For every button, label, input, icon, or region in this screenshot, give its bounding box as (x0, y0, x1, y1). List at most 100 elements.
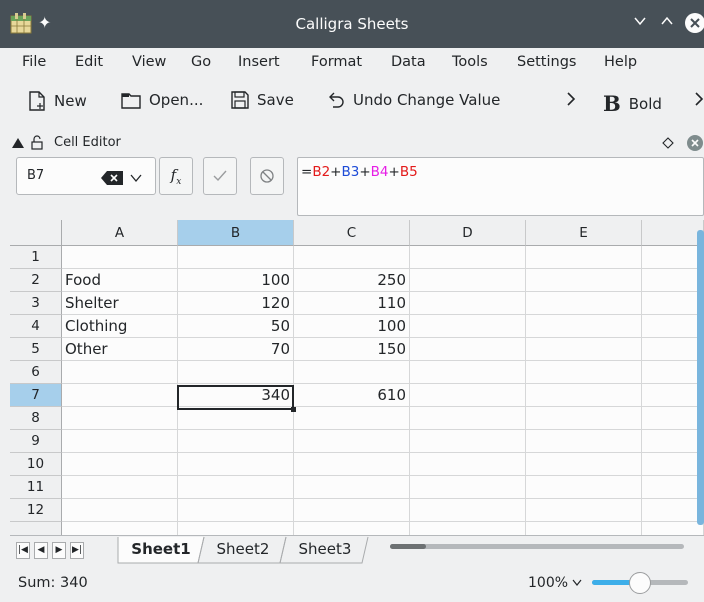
menu-format[interactable]: Format (311, 54, 362, 70)
row-header-3[interactable]: 3 (10, 292, 62, 315)
cell-c4[interactable]: 100 (294, 315, 410, 338)
cell-d13[interactable] (410, 522, 526, 535)
sheet-tab-sheet1[interactable]: Sheet1 (122, 537, 200, 562)
cell-a10[interactable] (62, 453, 178, 476)
cell-d3[interactable] (410, 292, 526, 315)
save-button[interactable]: Save (231, 91, 294, 109)
chevron-down-icon[interactable] (130, 173, 142, 183)
cell-a4[interactable]: Clothing (62, 315, 178, 338)
menu-go[interactable]: Go (191, 54, 211, 70)
next-sheet-button[interactable]: ▶ (52, 542, 66, 559)
cancel-formula-button[interactable] (250, 157, 284, 195)
last-sheet-button[interactable]: ▶| (70, 542, 84, 559)
formula-input[interactable]: =B2+B3+B4+B5 (297, 157, 704, 216)
cell-a7[interactable] (62, 384, 178, 407)
cell-e8[interactable] (526, 407, 642, 430)
horizontal-scroll-track[interactable] (390, 544, 684, 549)
zoom-slider[interactable] (592, 572, 688, 594)
cell-b4[interactable]: 50 (178, 315, 294, 338)
cell-a9[interactable] (62, 430, 178, 453)
spreadsheet-grid[interactable]: A B C D E 1 2 3 4 5 6 7 8 9 10 11 12 Foo… (10, 220, 704, 535)
cell-f7[interactable] (642, 384, 704, 407)
cell-e9[interactable] (526, 430, 642, 453)
cell-d12[interactable] (410, 499, 526, 522)
cell-f8[interactable] (642, 407, 704, 430)
cell-d11[interactable] (410, 476, 526, 499)
cell-c12[interactable] (294, 499, 410, 522)
cell-b5[interactable]: 70 (178, 338, 294, 361)
menu-data[interactable]: Data (391, 54, 426, 70)
cell-e10[interactable] (526, 453, 642, 476)
cell-b10[interactable] (178, 453, 294, 476)
menu-edit[interactable]: Edit (75, 54, 103, 70)
cell-d6[interactable] (410, 361, 526, 384)
cell-d10[interactable] (410, 453, 526, 476)
row-header-4[interactable]: 4 (10, 315, 62, 338)
undo-button[interactable]: Undo Change Value (327, 91, 500, 109)
cell-a8[interactable] (62, 407, 178, 430)
cell-e5[interactable] (526, 338, 642, 361)
open-button[interactable]: Open... (121, 91, 203, 109)
cell-a2[interactable]: Food (62, 269, 178, 292)
corner-select-all[interactable] (10, 220, 62, 246)
cell-f13[interactable] (642, 522, 704, 535)
row-header-7[interactable]: 7 (10, 384, 62, 407)
cell-c7[interactable]: 610 (294, 384, 410, 407)
row-header-12[interactable]: 12 (10, 499, 62, 522)
cell-c9[interactable] (294, 430, 410, 453)
cell-b9[interactable] (178, 430, 294, 453)
cell-e3[interactable] (526, 292, 642, 315)
cell-f4[interactable] (642, 315, 704, 338)
cell-c8[interactable] (294, 407, 410, 430)
column-header-b[interactable]: B (178, 220, 294, 246)
zoom-slider-handle[interactable] (629, 572, 651, 594)
menu-tools[interactable]: Tools (452, 54, 488, 70)
cell-b6[interactable] (178, 361, 294, 384)
clear-backspace-icon[interactable] (101, 171, 123, 185)
minimize-button[interactable] (633, 12, 647, 33)
cell-d2[interactable] (410, 269, 526, 292)
horizontal-scroll-thumb[interactable] (390, 544, 426, 549)
function-button[interactable]: fx (159, 157, 193, 195)
cell-a1[interactable] (62, 246, 178, 269)
column-header-d[interactable]: D (410, 220, 526, 246)
sheet-tab-sheet3[interactable]: Sheet3 (284, 537, 366, 562)
cell-b13[interactable] (178, 522, 294, 535)
row-header-13[interactable] (10, 522, 62, 535)
cell-f11[interactable] (642, 476, 704, 499)
cell-d7[interactable] (410, 384, 526, 407)
toolbar-more-left-button[interactable] (565, 91, 577, 107)
cell-a13[interactable] (62, 522, 178, 535)
cell-f6[interactable] (642, 361, 704, 384)
collapse-triangle-icon[interactable] (12, 138, 24, 148)
cell-e7[interactable] (526, 384, 642, 407)
menu-settings[interactable]: Settings (517, 54, 576, 70)
lock-icon[interactable] (31, 135, 43, 150)
cell-b12[interactable] (178, 499, 294, 522)
cell-c1[interactable] (294, 246, 410, 269)
cell-f12[interactable] (642, 499, 704, 522)
cell-c2[interactable]: 250 (294, 269, 410, 292)
maximize-button[interactable] (660, 12, 674, 33)
cell-f5[interactable] (642, 338, 704, 361)
cell-b11[interactable] (178, 476, 294, 499)
row-header-2[interactable]: 2 (10, 269, 62, 292)
cell-b1[interactable] (178, 246, 294, 269)
cell-c6[interactable] (294, 361, 410, 384)
cell-c5[interactable]: 150 (294, 338, 410, 361)
cell-c3[interactable]: 110 (294, 292, 410, 315)
column-header-f[interactable] (642, 220, 704, 246)
cell-e13[interactable] (526, 522, 642, 535)
cell-f3[interactable] (642, 292, 704, 315)
cell-b8[interactable] (178, 407, 294, 430)
cell-e11[interactable] (526, 476, 642, 499)
menu-insert[interactable]: Insert (238, 54, 280, 70)
cell-c13[interactable] (294, 522, 410, 535)
row-header-8[interactable]: 8 (10, 407, 62, 430)
float-dock-icon[interactable] (662, 137, 674, 149)
cell-e4[interactable] (526, 315, 642, 338)
cell-e12[interactable] (526, 499, 642, 522)
row-header-5[interactable]: 5 (10, 338, 62, 361)
cell-e6[interactable] (526, 361, 642, 384)
cell-f9[interactable] (642, 430, 704, 453)
